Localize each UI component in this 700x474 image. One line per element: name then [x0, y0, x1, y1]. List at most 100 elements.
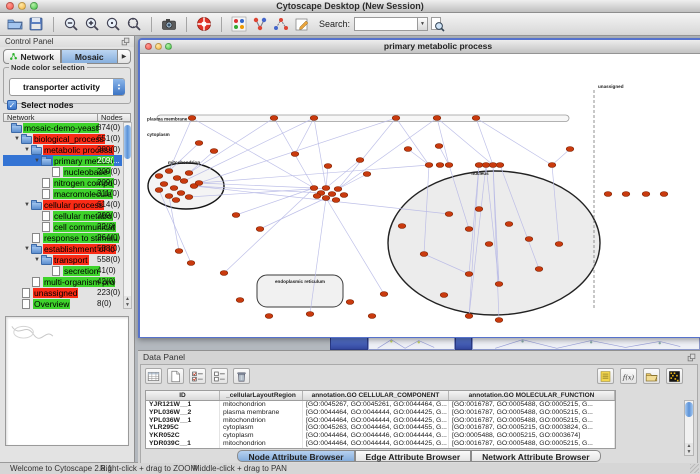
- tree-row-transport[interactable]: ▼transport558(0): [3, 254, 122, 265]
- node[interactable]: [642, 192, 650, 197]
- float-panel-icon[interactable]: [121, 37, 131, 47]
- node[interactable]: [332, 198, 340, 203]
- attribute-table[interactable]: ID_cellularLayoutRegionannotation.GO CEL…: [145, 390, 616, 449]
- node[interactable]: [322, 186, 330, 191]
- node[interactable]: [566, 147, 574, 152]
- node[interactable]: [265, 314, 273, 319]
- create-attribute-icon[interactable]: [167, 368, 184, 384]
- node[interactable]: [313, 194, 321, 199]
- expand-triangle-icon[interactable]: ▼: [33, 158, 41, 164]
- tree-row-cellular-metabo[interactable]: cellular metabo209(0): [3, 210, 122, 221]
- import-attributes-icon[interactable]: [643, 368, 660, 384]
- delete-attribute-icon[interactable]: [233, 368, 250, 384]
- tree-row-primary-metabo[interactable]: ▼primary metabo209(...: [3, 155, 122, 166]
- resize-grip[interactable]: [690, 464, 699, 473]
- node[interactable]: [165, 169, 173, 174]
- node[interactable]: [185, 195, 193, 200]
- node[interactable]: [380, 292, 388, 297]
- expand-triangle-icon[interactable]: ▼: [33, 257, 41, 263]
- node[interactable]: [322, 196, 330, 201]
- network-window-titlebar[interactable]: primary metabolic process: [140, 40, 700, 54]
- tab-network[interactable]: Network: [3, 49, 61, 64]
- node[interactable]: [324, 164, 332, 169]
- node[interactable]: [535, 267, 543, 272]
- layout-icon-1[interactable]: [251, 15, 269, 33]
- column-header[interactable]: annotation.GO CELLULAR_COMPONENT: [303, 391, 449, 400]
- node[interactable]: [172, 198, 180, 203]
- zoom-actual-icon[interactable]: [104, 15, 122, 33]
- vizmapper-icon[interactable]: [230, 15, 248, 33]
- minimize-button[interactable]: [18, 2, 26, 10]
- zoom-button[interactable]: [165, 43, 172, 50]
- node[interactable]: [420, 252, 428, 257]
- tree-row-secretion[interactable]: secretion41(0): [3, 265, 122, 276]
- column-header[interactable]: ID: [146, 391, 220, 400]
- node[interactable]: [328, 192, 336, 197]
- node[interactable]: [306, 312, 314, 317]
- node[interactable]: [525, 237, 533, 242]
- node[interactable]: [310, 116, 318, 121]
- node[interactable]: [310, 186, 318, 191]
- table-row[interactable]: YPL036W__1mitochondrion[GO:0044464, GO:0…: [146, 417, 615, 425]
- column-header[interactable]: annotation.GO MOLECULAR_FUNCTION: [449, 391, 615, 400]
- node[interactable]: [180, 179, 188, 184]
- node[interactable]: [195, 141, 203, 146]
- attribute-batch-edit-icon[interactable]: [189, 368, 206, 384]
- node[interactable]: [475, 163, 483, 168]
- help-icon[interactable]: [195, 15, 213, 33]
- node[interactable]: [505, 222, 513, 227]
- node[interactable]: [340, 193, 348, 198]
- more-tabs-button[interactable]: ▶: [118, 49, 131, 64]
- tree-row-mosaic-demo-yeast[interactable]: mosaic-demo-yeast874(0): [3, 122, 122, 133]
- expand-triangle-icon[interactable]: ▼: [23, 202, 31, 208]
- node[interactable]: [232, 213, 240, 218]
- close-button[interactable]: [145, 43, 152, 50]
- node[interactable]: [495, 282, 503, 287]
- expand-triangle-icon[interactable]: ▼: [13, 136, 21, 142]
- node[interactable]: [270, 116, 278, 121]
- zoom-out-icon[interactable]: [62, 15, 80, 33]
- snapshot-icon[interactable]: [160, 15, 178, 33]
- node[interactable]: [187, 261, 195, 266]
- node[interactable]: [173, 176, 181, 181]
- tree-row-unassigned[interactable]: unassigned223(0): [3, 287, 122, 298]
- table-row[interactable]: YLR295Ccytoplasm[GO:0045263, GO:0044464,…: [146, 424, 615, 432]
- zoom-in-icon[interactable]: [83, 15, 101, 33]
- node[interactable]: [660, 192, 668, 197]
- node[interactable]: [398, 224, 406, 229]
- background-window-fragment[interactable]: [368, 336, 455, 350]
- node[interactable]: [489, 163, 497, 168]
- node[interactable]: [291, 152, 299, 157]
- node[interactable]: [440, 293, 448, 298]
- node[interactable]: [465, 314, 473, 319]
- background-window-edge[interactable]: [330, 336, 368, 350]
- tree-row-overview[interactable]: Overview8(0): [3, 298, 122, 309]
- editor-icon[interactable]: [293, 15, 311, 33]
- node[interactable]: [346, 300, 354, 305]
- expand-triangle-icon[interactable]: ▼: [23, 246, 31, 252]
- node-color-dropdown[interactable]: transporter activity ▲▼: [9, 78, 125, 96]
- tree-row-cell-communicat[interactable]: cell communicat22(0): [3, 221, 122, 232]
- node[interactable]: [436, 163, 444, 168]
- advanced-search-icon[interactable]: [428, 15, 446, 33]
- layout-icon-2[interactable]: [272, 15, 290, 33]
- matrix-view-icon[interactable]: [666, 368, 683, 384]
- nodes-column-header[interactable]: Nodes: [97, 113, 131, 122]
- expand-triangle-icon[interactable]: ▼: [23, 147, 31, 153]
- network-column-header[interactable]: Network: [3, 113, 97, 122]
- tree-scrollbar-thumb[interactable]: [124, 125, 131, 159]
- node[interactable]: [622, 192, 630, 197]
- annotation-notepad-icon[interactable]: [597, 368, 614, 384]
- minimize-button[interactable]: [155, 43, 162, 50]
- node[interactable]: [175, 249, 183, 254]
- node[interactable]: [485, 242, 493, 247]
- node[interactable]: [495, 318, 503, 323]
- tree-row-macromolecule[interactable]: macromolecule311(0): [3, 188, 122, 199]
- node[interactable]: [392, 116, 400, 121]
- node[interactable]: [155, 174, 163, 179]
- node[interactable]: [210, 149, 218, 154]
- node[interactable]: [334, 187, 342, 192]
- table-row[interactable]: YKR052Ccytoplasm[GO:0044464, GO:0044446,…: [146, 432, 615, 440]
- save-icon[interactable]: [27, 15, 45, 33]
- node[interactable]: [195, 181, 203, 186]
